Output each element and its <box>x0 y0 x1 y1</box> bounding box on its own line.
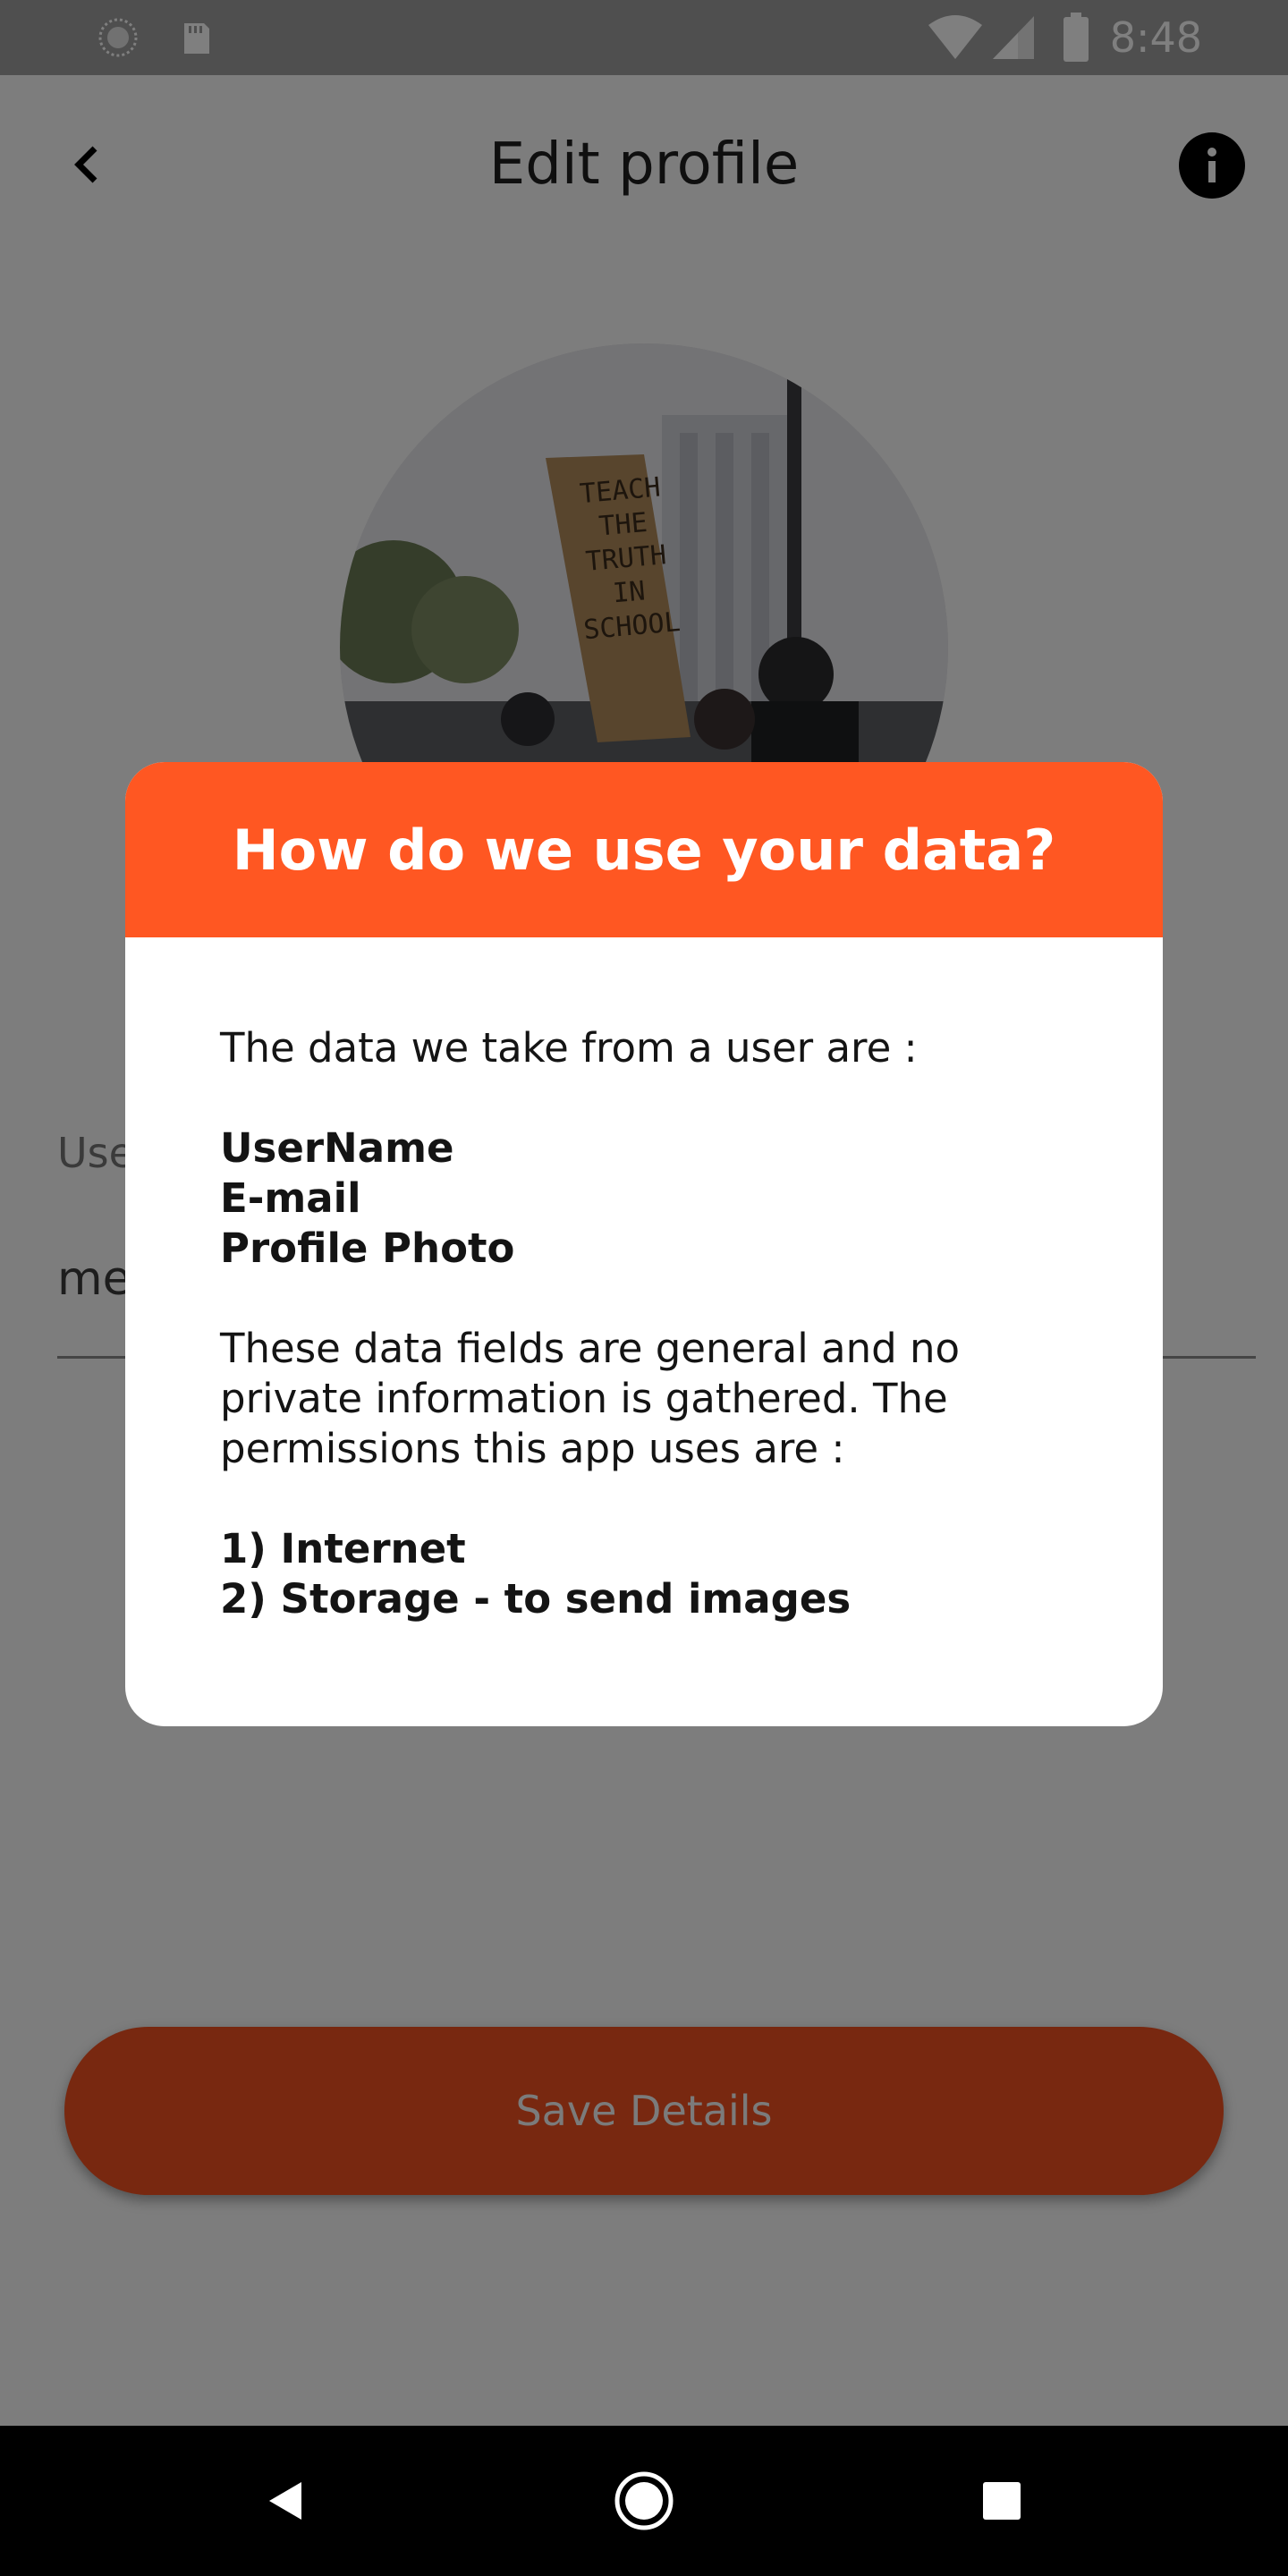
permission-item: 2) Storage - to send images <box>220 1575 852 1623</box>
data-usage-dialog: How do we use your data? The data we tak… <box>125 762 1163 1726</box>
back-triangle-icon <box>269 2482 301 2520</box>
explanation-line: permissions this app uses are : <box>220 1425 845 1472</box>
home-circle-icon <box>614 2471 674 2530</box>
data-field-item: Profile Photo <box>220 1224 515 1272</box>
nav-home-button[interactable] <box>599 2456 689 2546</box>
recents-square-icon <box>983 2482 1021 2520</box>
dialog-body: The data we take from a user are : UserN… <box>125 937 1163 1624</box>
data-field-item: UserName <box>220 1124 454 1172</box>
explanation-line: These data fields are general and no <box>220 1325 961 1372</box>
dialog-title: How do we use your data? <box>232 817 1056 883</box>
data-field-item: E-mail <box>220 1174 361 1222</box>
explanation-line: private information is gathered. The <box>220 1375 948 1422</box>
edit-profile-screen: 8:48 Edit profile <box>0 0 1288 2576</box>
dialog-header: How do we use your data? <box>125 762 1163 937</box>
nav-recents-button[interactable] <box>957 2456 1046 2546</box>
permission-item: 1) Internet <box>220 1525 466 1572</box>
dialog-intro: The data we take from a user are : <box>220 1024 918 1072</box>
nav-back-button[interactable] <box>242 2456 331 2546</box>
system-nav-bar <box>0 2426 1288 2576</box>
